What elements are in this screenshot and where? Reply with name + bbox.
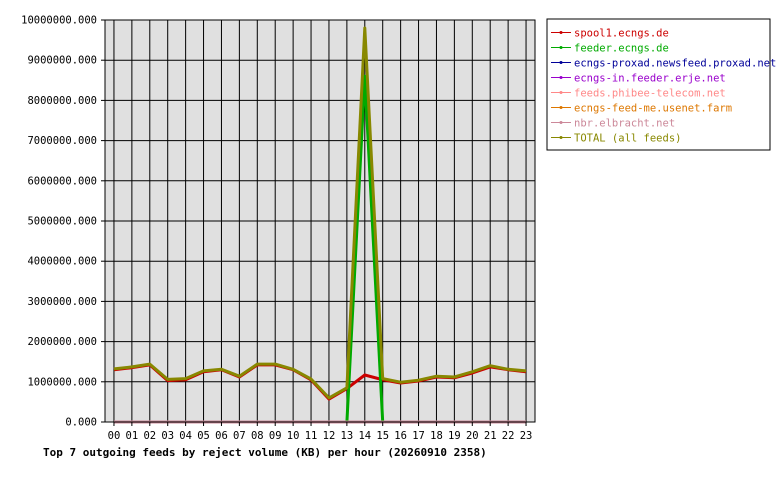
x-tick-label: 14 [358, 430, 371, 442]
legend-label: feeder.ecngs.de [574, 43, 669, 55]
y-tick-label: 2000000.000 [27, 336, 97, 348]
chart-title: Top 7 outgoing feeds by reject volume (K… [43, 446, 487, 459]
legend-marker [559, 121, 563, 124]
x-tick-label: 17 [412, 430, 425, 442]
x-tick-label: 04 [179, 430, 192, 442]
y-tick-label: 3000000.000 [27, 296, 97, 308]
y-tick-label: 1000000.000 [27, 376, 97, 388]
x-tick-label: 01 [126, 430, 139, 442]
y-tick-label: 0.000 [65, 417, 97, 429]
x-tick-label: 08 [251, 430, 264, 442]
legend-marker [559, 76, 563, 79]
y-tick-label: 9000000.000 [27, 55, 97, 67]
x-tick-label: 05 [197, 430, 210, 442]
x-tick-label: 18 [430, 430, 443, 442]
y-tick-label: 5000000.000 [27, 216, 97, 228]
y-tick-label: 7000000.000 [27, 135, 97, 147]
legend-label: ecngs-in.feeder.erje.net [574, 73, 726, 85]
x-tick-label: 21 [484, 430, 497, 442]
x-tick-label: 00 [108, 430, 121, 442]
x-tick-label: 11 [305, 430, 318, 442]
legend-marker [559, 91, 563, 94]
x-tick-label: 13 [341, 430, 354, 442]
y-tick-label: 6000000.000 [27, 175, 97, 187]
legend-marker [559, 46, 563, 49]
legend: spool1.ecngs.de feeder.ecngs.de ecngs-prox… [546, 18, 776, 151]
y-tick-label: 10000000.000 [21, 15, 97, 27]
x-tick-label: 22 [502, 430, 515, 442]
legend-label: TOTAL (all feeds) [574, 133, 681, 145]
x-tick-label: 09 [269, 430, 282, 442]
x-tick-label: 03 [161, 430, 174, 442]
legend-label: ecngs-feed-me.usenet.farm [574, 103, 732, 115]
legend-marker [559, 136, 563, 139]
legend-label: ecngs-proxad.newsfeed.proxad.net [574, 58, 776, 70]
x-tick-label: 02 [143, 430, 156, 442]
y-tick-label: 8000000.000 [27, 95, 97, 107]
legend-label: feeds.phibee-telecom.net [574, 88, 726, 100]
x-tick-label: 12 [323, 430, 336, 442]
x-tick-label: 20 [466, 430, 479, 442]
legend-marker [559, 106, 563, 109]
legend-label: nbr.elbracht.net [574, 118, 675, 130]
y-axis: 0.000 1000000.000 2000000.000 3000000.000 40… [21, 15, 105, 429]
chart: 0.000 1000000.000 2000000.000 3000000.000 40… [21, 15, 776, 460]
legend-label: spool1.ecngs.de [574, 28, 669, 40]
x-tick-label: 16 [394, 430, 407, 442]
y-tick-label: 4000000.000 [27, 256, 97, 268]
legend-marker [559, 31, 563, 34]
x-tick-label: 23 [520, 430, 533, 442]
x-axis: 00 01 02 03 04 05 06 07 08 09 10 11 12 13 14 15 16 17 18 19… [108, 422, 533, 442]
x-tick-label: 06 [215, 430, 228, 442]
legend-marker [559, 61, 563, 64]
x-tick-label: 19 [448, 430, 461, 442]
x-tick-label: 15 [376, 430, 389, 442]
x-tick-label: 10 [287, 430, 300, 442]
x-tick-label: 07 [233, 430, 246, 442]
